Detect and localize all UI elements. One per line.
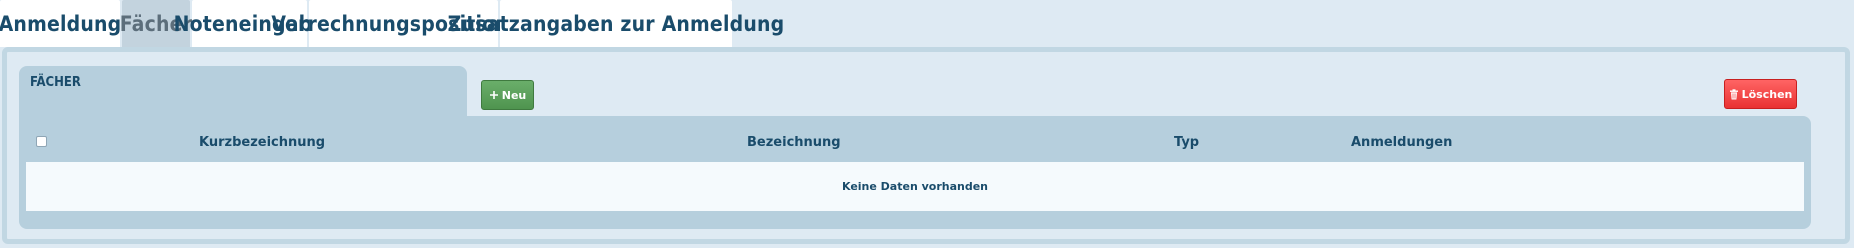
- trash-icon: [1729, 88, 1739, 100]
- column-header-typ[interactable]: Typ: [1174, 135, 1199, 150]
- grid-header: Kurzbezeichnung Bezeichnung Typ Anmeldun…: [19, 116, 1811, 162]
- section-title: FÄCHER: [30, 75, 81, 90]
- column-header-bezeichnung[interactable]: Bezeichnung: [747, 135, 841, 150]
- grid-body: Keine Daten vorhanden: [26, 162, 1804, 211]
- delete-button-label: Löschen: [1741, 87, 1793, 101]
- tab-bar: Anmeldung Fächer Noteneingabe Verrechnun…: [0, 0, 784, 47]
- select-all-checkbox[interactable]: [36, 136, 47, 147]
- column-header-kurzbezeichnung[interactable]: Kurzbezeichnung: [199, 135, 325, 150]
- new-button[interactable]: Neu: [481, 80, 534, 110]
- section-tab: FÄCHER: [19, 66, 467, 116]
- empty-message: Keine Daten vorhanden: [841, 180, 989, 193]
- tab-zusatzangaben[interactable]: Zusatzangaben zur Anmeldung: [448, 0, 784, 47]
- tab-anmeldung[interactable]: Anmeldung: [0, 0, 121, 47]
- new-button-label: Neu: [501, 88, 527, 102]
- plus-icon: [489, 90, 499, 100]
- delete-button[interactable]: Löschen: [1724, 79, 1797, 109]
- data-grid: Kurzbezeichnung Bezeichnung Typ Anmeldun…: [19, 116, 1811, 229]
- column-header-anmeldungen[interactable]: Anmeldungen: [1351, 135, 1452, 150]
